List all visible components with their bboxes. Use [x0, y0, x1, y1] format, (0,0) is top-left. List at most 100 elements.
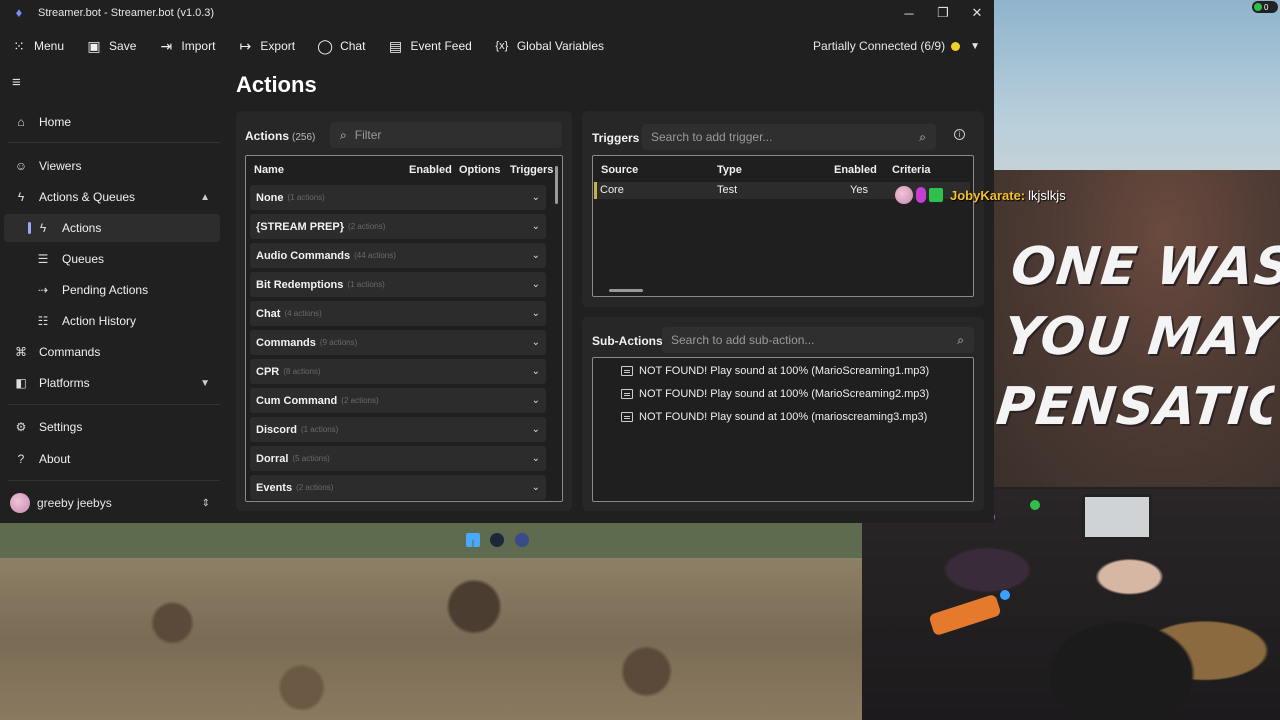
streamerbot-window: ♦ Streamer.bot - Streamer.bot (v1.0.3) ─…: [0, 0, 994, 523]
title-bar: ♦ Streamer.bot - Streamer.bot (v1.0.3) ─…: [0, 0, 994, 26]
action-group-row[interactable]: Bit Redemptions (1 actions) ⌄: [250, 272, 546, 297]
group-count: (8 actions): [283, 367, 321, 376]
pending-icon: ⇢: [37, 283, 49, 297]
list-item[interactable]: NOT FOUND! Play sound at 100% (marioscre…: [621, 407, 927, 427]
sidebar-item-queues[interactable]: ☰ Queues: [4, 245, 220, 273]
group-count: (4 actions): [284, 309, 322, 318]
menu-button[interactable]: ⁙ Menu: [0, 30, 75, 62]
viewers-icon: ☺: [14, 159, 28, 173]
sidebar-item-platforms[interactable]: ◧ Platforms ▼: [4, 369, 220, 397]
sidebar-item-label: Actions: [62, 221, 102, 235]
action-group-row[interactable]: None (1 actions) ⌄: [250, 185, 546, 210]
webcam-light: [1030, 500, 1040, 510]
sidebar-item-actions-queues[interactable]: ϟ Actions & Queues ▲: [4, 183, 220, 211]
stream-scene-text: ONE WAS YOU MAY PENSATION: [993, 232, 1280, 442]
action-group-row[interactable]: Chat (4 actions) ⌄: [250, 301, 546, 326]
steam-taskbar-icon[interactable]: [490, 533, 504, 547]
column-header-triggers[interactable]: Triggers: [510, 164, 553, 176]
event-feed-icon: ▤: [388, 37, 403, 54]
action-group-row[interactable]: Cum Command (2 actions) ⌄: [250, 388, 546, 413]
actions-list-scrollbar[interactable]: [555, 166, 558, 204]
windows-start-icon[interactable]: [466, 533, 480, 547]
subactions-search-field[interactable]: ⌕: [662, 327, 974, 353]
home-icon: ⌂: [17, 115, 25, 129]
sidebar-item-commands[interactable]: ⌘ Commands: [4, 338, 220, 366]
event-feed-button[interactable]: ▤ Event Feed: [376, 30, 482, 62]
triggers-table-scrollbar[interactable]: [609, 289, 643, 292]
sidebar-item-settings[interactable]: ⚙ Settings: [4, 413, 220, 441]
action-group-row[interactable]: Commands (9 actions) ⌄: [250, 330, 546, 355]
column-header-name[interactable]: Name: [254, 164, 284, 176]
column-header-criteria[interactable]: Criteria: [892, 164, 931, 176]
chevron-down-icon: ⌄: [531, 395, 540, 406]
info-icon[interactable]: i: [954, 129, 965, 140]
action-group-row[interactable]: Discord (1 actions) ⌄: [250, 417, 546, 442]
action-group-row[interactable]: CPR (8 actions) ⌄: [250, 359, 546, 384]
chevron-up-icon: ▲: [200, 191, 210, 203]
actions-list: Name Enabled Options Triggers None (1 ac…: [245, 155, 563, 502]
connection-status-dropdown[interactable]: Partially Connected (6/9) ▼: [813, 30, 980, 62]
column-header-source[interactable]: Source: [601, 164, 638, 176]
chevron-down-icon: ⌄: [531, 337, 540, 348]
sidebar-divider: [8, 142, 220, 143]
expand-collapse-icon: ⇕: [201, 497, 210, 509]
sidebar-item-home[interactable]: ⌂ Home: [4, 108, 220, 136]
sidebar-item-about[interactable]: ? About: [4, 445, 220, 473]
hamburger-menu-icon[interactable]: ≡: [12, 74, 21, 91]
triggers-search-field[interactable]: ⌕: [642, 124, 936, 150]
actions-filter-input[interactable]: [354, 128, 562, 142]
close-button[interactable]: ✕: [960, 0, 994, 26]
triggers-search-input[interactable]: [651, 130, 920, 144]
list-item[interactable]: NOT FOUND! Play sound at 100% (MarioScre…: [621, 361, 929, 381]
actions-filter-field[interactable]: ⌕: [330, 122, 562, 148]
search-icon: ⌕: [957, 332, 964, 347]
global-variables-button[interactable]: {x} Global Variables: [483, 30, 615, 62]
subactions-search-input[interactable]: [671, 333, 958, 347]
actions-label: Actions: [245, 129, 290, 143]
group-name: Chat: [256, 307, 281, 320]
group-name: Events: [256, 481, 293, 494]
save-button[interactable]: ▣ Save: [75, 30, 147, 62]
column-header-type[interactable]: Type: [717, 164, 742, 176]
actions-panel: Actions(256) ⌕ Name Enabled Options Trig…: [236, 111, 572, 511]
sidebar-divider: [8, 404, 220, 405]
column-header-enabled[interactable]: Enabled: [409, 164, 452, 176]
group-count: (9 actions): [319, 338, 358, 347]
subactions-list: NOT FOUND! Play sound at 100% (MarioScre…: [592, 357, 974, 502]
column-header-options[interactable]: Options: [459, 164, 501, 176]
chevron-down-icon: ▼: [200, 377, 210, 389]
streamerbot-taskbar-icon[interactable]: [515, 533, 529, 547]
webcam-light: [1000, 590, 1010, 600]
action-group-row[interactable]: {STREAM PREP} (2 actions) ⌄: [250, 214, 546, 239]
group-count: (1 actions): [300, 425, 339, 434]
chat-button[interactable]: ◯ Chat: [306, 30, 376, 62]
group-count: (2 actions): [296, 483, 334, 492]
list-item[interactable]: NOT FOUND! Play sound at 100% (MarioScre…: [621, 384, 929, 404]
action-group-row[interactable]: Events (2 actions) ⌄: [250, 475, 546, 500]
subaction-label: NOT FOUND! Play sound at 100% (MarioScre…: [639, 365, 930, 377]
action-group-row[interactable]: Audio Commands (44 actions) ⌄: [250, 243, 546, 268]
sidebar-item-label: About: [39, 452, 71, 466]
import-button[interactable]: ⇥ Import: [147, 30, 226, 62]
sidebar-item-action-history[interactable]: ☷ Action History: [4, 307, 220, 335]
export-label: Export: [260, 39, 296, 53]
window-title: Streamer.bot - Streamer.bot (v1.0.3): [38, 7, 215, 19]
gift-badge-icon: [929, 188, 943, 202]
sidebar-item-actions[interactable]: ϟ Actions: [4, 214, 220, 242]
history-icon: ☷: [37, 314, 49, 328]
action-group-row[interactable]: Dorral (5 actions) ⌄: [250, 446, 546, 471]
webcam-background-monitor: [1082, 494, 1152, 540]
export-button[interactable]: ↦ Export: [226, 30, 306, 62]
minimize-button[interactable]: ─: [892, 0, 926, 26]
group-name: Discord: [256, 423, 297, 436]
sidebar-item-viewers[interactable]: ☺ Viewers: [4, 152, 220, 180]
column-header-enabled[interactable]: Enabled: [834, 164, 877, 176]
sidebar-item-label: Platforms: [39, 376, 90, 390]
chevron-down-icon: ⌄: [531, 250, 540, 261]
sidebar-item-pending-actions[interactable]: ⇢ Pending Actions: [4, 276, 220, 304]
platforms-icon: ◧: [15, 376, 27, 390]
maximize-button[interactable]: ❐: [926, 0, 960, 26]
user-account-button[interactable]: greeby jeebys ⇕: [4, 489, 220, 517]
user-name: greeby jeebys: [37, 496, 112, 510]
trigger-type: Test: [717, 184, 738, 196]
